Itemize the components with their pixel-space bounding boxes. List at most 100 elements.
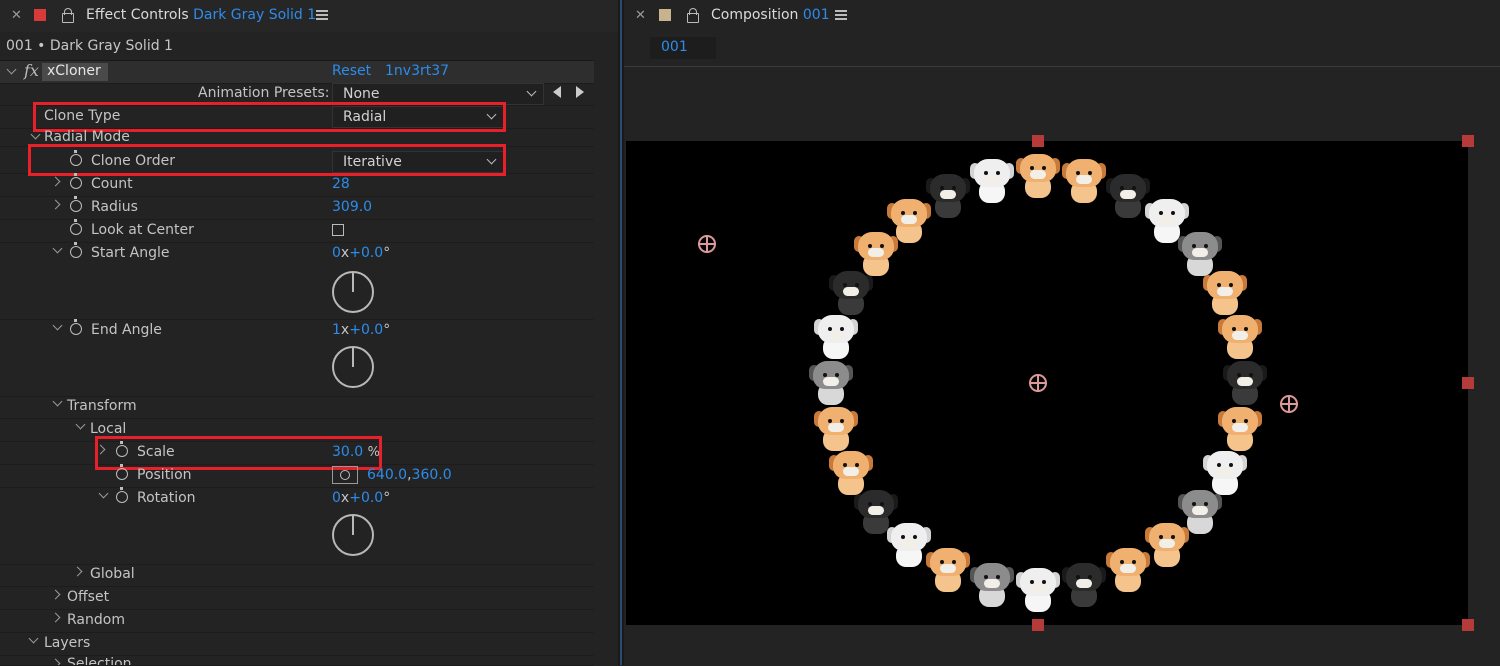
start-angle-value[interactable]: 0x+0.0° — [332, 245, 390, 261]
layer-handle-right[interactable] — [1462, 377, 1474, 389]
chevron-down-icon[interactable] — [28, 633, 39, 644]
chevron-right-icon[interactable] — [50, 589, 61, 600]
rotation-degrees[interactable]: +0.0 — [349, 490, 383, 506]
stopwatch-icon[interactable] — [116, 464, 128, 480]
start-angle-degrees[interactable]: +0.0 — [349, 245, 383, 261]
stopwatch-icon[interactable] — [70, 173, 82, 189]
clone-pet — [814, 314, 859, 359]
start-angle-dial[interactable] — [332, 271, 374, 313]
start-angle-revolutions[interactable]: 0 — [332, 245, 341, 261]
position-x[interactable]: 640.0 — [367, 467, 407, 483]
look-at-center-row: Look at Center — [0, 219, 594, 243]
panel-color-icon — [34, 9, 46, 21]
clone-pet — [1217, 314, 1262, 359]
global-label: Global — [90, 566, 135, 582]
look-at-center-label: Look at Center — [91, 222, 194, 238]
clone-pet — [854, 490, 899, 535]
end-angle-degrees[interactable]: +0.0 — [349, 322, 383, 338]
composition-tab[interactable]: Composition 001 — [711, 7, 830, 23]
random-label: Random — [67, 612, 125, 628]
stopwatch-icon[interactable] — [116, 487, 128, 503]
panel-menu-icon[interactable] — [316, 10, 328, 20]
start-angle-row: Start Angle 0x+0.0° — [0, 242, 594, 320]
chevron-down-icon[interactable] — [6, 64, 17, 75]
clone-pet — [829, 450, 874, 495]
close-icon[interactable]: ✕ — [11, 8, 22, 23]
reset-button[interactable]: Reset — [332, 63, 371, 79]
highlight-clone-order — [28, 144, 506, 176]
effect-controls-panel: ✕ Effect Controls Dark Gray Solid 1 001 … — [0, 0, 618, 666]
count-value[interactable]: 28 — [332, 176, 350, 192]
clone-pet — [1177, 231, 1222, 276]
position-y[interactable]: 360.0 — [412, 467, 452, 483]
end-angle-dial[interactable] — [332, 346, 374, 388]
transform-row[interactable]: Transform — [0, 396, 594, 419]
chevron-down-icon[interactable] — [30, 129, 41, 140]
chevron-right-icon[interactable] — [50, 176, 61, 187]
stopwatch-icon[interactable] — [70, 319, 82, 335]
offset-row[interactable]: Offset — [0, 587, 594, 610]
position-target-icon[interactable] — [1280, 395, 1298, 413]
composition-breadcrumb-tab[interactable]: 001 — [650, 37, 716, 59]
chevron-down-icon[interactable] — [52, 320, 63, 331]
clone-pet — [1062, 159, 1107, 204]
clone-pet — [926, 547, 971, 592]
stopwatch-icon[interactable] — [70, 242, 82, 258]
global-row[interactable]: Global — [0, 564, 594, 587]
rotation-value[interactable]: 0x+0.0° — [332, 490, 390, 506]
chevron-down-icon[interactable] — [98, 488, 109, 499]
previous-preset-icon[interactable] — [553, 86, 561, 98]
chevron-right-icon[interactable] — [50, 612, 61, 623]
chevron-down-icon[interactable] — [52, 396, 63, 407]
layer-handle-bottom-right[interactable] — [1462, 619, 1474, 631]
rotation-label: Rotation — [137, 490, 196, 506]
chevron-down-icon[interactable] — [52, 243, 63, 254]
panel-menu-icon[interactable] — [835, 10, 847, 20]
end-angle-revolutions[interactable]: 1 — [332, 322, 341, 338]
position-target-icon[interactable] — [332, 466, 358, 484]
end-angle-row: End Angle 1x+0.0° — [0, 319, 594, 397]
anchor-point-icon[interactable] — [1029, 374, 1047, 392]
effect-controls-scrollbar[interactable] — [594, 60, 618, 665]
rotation-row: Rotation 0x+0.0° — [0, 487, 594, 565]
effect-controls-tab-bar: ✕ Effect Controls Dark Gray Solid 1 — [0, 0, 618, 32]
clone-pet — [1016, 568, 1060, 612]
count-label: Count — [91, 176, 133, 192]
radius-value[interactable]: 309.0 — [332, 199, 372, 215]
rotation-dial[interactable] — [332, 514, 374, 556]
panel-divider-highlight — [620, 0, 622, 665]
next-preset-icon[interactable] — [576, 86, 584, 98]
layers-row[interactable]: Layers — [0, 633, 594, 656]
layer-handle-top[interactable] — [1032, 135, 1044, 147]
stopwatch-icon[interactable] — [70, 219, 82, 235]
effect-about-link[interactable]: 1nv3rt37 — [385, 63, 449, 79]
position-value[interactable]: 640.0,360.0 — [367, 467, 452, 483]
layer-handle-top-right[interactable] — [1462, 135, 1474, 147]
layer-handle-bottom[interactable] — [1032, 619, 1044, 631]
divider — [624, 66, 1500, 67]
look-at-center-checkbox[interactable] — [332, 224, 344, 236]
end-angle-value[interactable]: 1x+0.0° — [332, 322, 390, 338]
clone-pet — [1016, 154, 1060, 198]
highlight-clone-type — [33, 102, 506, 132]
chevron-down-icon[interactable] — [75, 419, 86, 430]
effect-controls-tab[interactable]: Effect Controls Dark Gray Solid 1 — [86, 7, 316, 23]
end-angle-x: x — [340, 322, 350, 338]
composition-tab-label: Composition — [711, 7, 799, 23]
local-label: Local — [90, 421, 127, 437]
composition-viewer[interactable] — [626, 141, 1468, 625]
chevron-right-icon[interactable] — [50, 199, 61, 210]
random-row[interactable]: Random — [0, 610, 594, 633]
start-angle-x: x — [340, 245, 350, 261]
clone-pet — [1105, 174, 1150, 219]
position-target-icon[interactable] — [698, 235, 716, 253]
lock-icon[interactable] — [687, 8, 699, 23]
stopwatch-icon[interactable] — [70, 196, 82, 212]
rotation-revolutions[interactable]: 0 — [332, 490, 341, 506]
lock-icon[interactable] — [62, 8, 74, 23]
effect-controls-tab-layer: Dark Gray Solid 1 — [193, 7, 317, 23]
close-icon[interactable]: ✕ — [635, 8, 646, 23]
fx-icon[interactable]: fx — [24, 61, 39, 80]
chevron-right-icon[interactable] — [72, 566, 83, 577]
count-row: Count 28 — [0, 173, 594, 197]
